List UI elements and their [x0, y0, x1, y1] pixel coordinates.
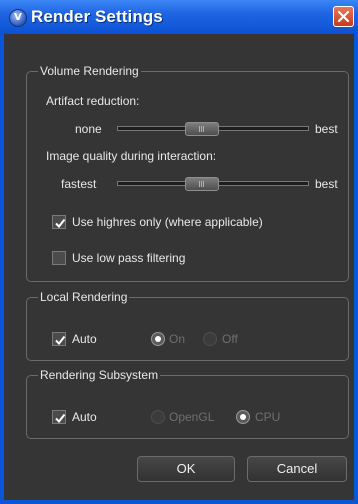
quality-min-label: fastest	[61, 177, 97, 191]
cpu-label: CPU	[255, 410, 281, 424]
local-off-radio[interactable]	[203, 332, 217, 346]
image-quality-label: Image quality during interaction:	[46, 149, 217, 163]
close-button[interactable]	[333, 6, 354, 27]
opengl-radio[interactable]	[151, 410, 165, 424]
cancel-button[interactable]: Cancel	[247, 456, 347, 482]
local-rendering-group: Local Rendering Auto On Off	[26, 289, 349, 361]
artifact-slider-handle[interactable]	[185, 122, 219, 136]
subsystem-auto-checkbox[interactable]	[52, 410, 66, 424]
highres-label[interactable]: Use highres only (where applicable)	[72, 215, 263, 229]
quality-max-label: best	[315, 177, 338, 191]
subsystem-auto-label[interactable]: Auto	[72, 410, 97, 424]
cpu-radio[interactable]	[236, 410, 250, 424]
ok-button[interactable]: OK	[137, 456, 235, 482]
local-auto-checkbox[interactable]	[52, 332, 66, 346]
opengl-label: OpenGL	[169, 410, 215, 424]
checkmark-icon	[55, 413, 66, 424]
checkmark-icon	[55, 335, 66, 346]
title-bar[interactable]: V Render Settings	[0, 0, 358, 34]
quality-slider-handle[interactable]	[185, 177, 219, 191]
radio-dot-icon	[155, 336, 161, 342]
volume-rendering-title: Volume Rendering	[38, 63, 141, 79]
close-icon	[337, 10, 350, 23]
local-on-radio[interactable]	[151, 332, 165, 346]
highres-checkbox[interactable]	[52, 215, 66, 229]
local-auto-label[interactable]: Auto	[72, 332, 97, 346]
local-rendering-title: Local Rendering	[38, 289, 130, 305]
radio-dot-icon	[240, 414, 246, 420]
lowpass-label[interactable]: Use low pass filtering	[72, 251, 185, 265]
rendering-subsystem-group: Rendering Subsystem Auto OpenGL CPU	[26, 367, 349, 439]
lowpass-checkbox[interactable]	[52, 251, 66, 265]
dialog-body: Volume Rendering Artifact reduction: non…	[4, 34, 354, 500]
checkmark-icon	[55, 218, 66, 229]
artifact-reduction-label: Artifact reduction:	[46, 94, 140, 108]
window-title: Render Settings	[31, 7, 163, 26]
local-off-label: Off	[222, 332, 238, 346]
volume-rendering-group: Volume Rendering Artifact reduction: non…	[26, 63, 349, 282]
artifact-min-label: none	[75, 122, 102, 136]
rendering-subsystem-title: Rendering Subsystem	[38, 367, 161, 383]
app-logo-glyph: V	[14, 12, 22, 23]
render-settings-dialog: V Render Settings Volume Rendering Artif…	[0, 0, 358, 504]
local-on-label: On	[169, 332, 186, 346]
artifact-max-label: best	[315, 122, 338, 136]
app-logo-icon: V	[9, 9, 27, 27]
